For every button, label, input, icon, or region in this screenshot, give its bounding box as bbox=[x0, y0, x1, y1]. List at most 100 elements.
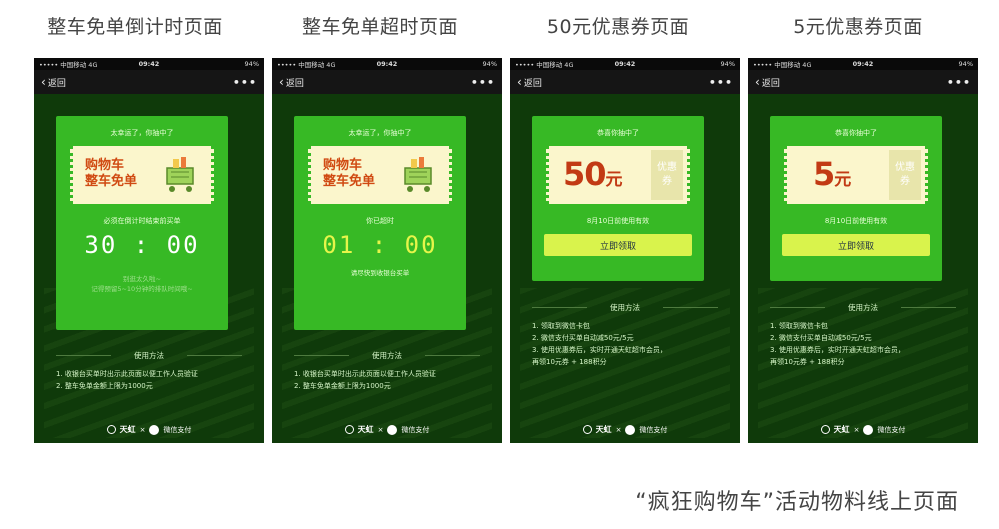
time-label: 09:42 bbox=[138, 60, 160, 68]
back-button[interactable]: ‹ 返回 bbox=[517, 76, 542, 89]
brand-name: 天虹 bbox=[357, 425, 374, 434]
hint-line-1: 别逛太久啦~ bbox=[123, 275, 161, 283]
amount-unit: 元 bbox=[834, 170, 852, 190]
tianhong-logo-icon bbox=[820, 425, 830, 434]
more-menu-icon[interactable]: ••• bbox=[233, 76, 257, 89]
phone-countdown: ••••• 中国移动 4G 09:42 94% ‹ 返回 ••• 太幸运了，你抽… bbox=[34, 58, 264, 443]
usage-item: 2. 微信支付买单自动减50元/5元 bbox=[770, 334, 872, 342]
free-cart-ticket: 购物车 整车免单 bbox=[308, 146, 452, 204]
prize-card: 太幸运了，你抽中了 购物车 整车免单 你已超时 01 : 00 请尽快到收银台买… bbox=[294, 116, 466, 330]
usage-list: 1. 收银台买单时出示此页面以便工作人员验证 2. 整车免单金额上限为1000元 bbox=[56, 368, 254, 392]
brand-footer: 天虹 × 微信支付 bbox=[748, 424, 978, 435]
chevron-left-icon: ‹ bbox=[279, 75, 284, 89]
time-label: 09:42 bbox=[852, 60, 874, 68]
ticket-line-1: 购物车 bbox=[323, 158, 363, 173]
usage-item: 3. 使用优惠券后，实时开通天虹超市会员， bbox=[770, 346, 905, 354]
amount-value: 50 bbox=[563, 155, 607, 193]
wechat-pay-icon bbox=[625, 424, 636, 435]
ticket-text: 购物车 整车免单 bbox=[85, 158, 137, 190]
brand-footer: 天虹 × 微信支付 bbox=[272, 424, 502, 435]
amount-value: 5 bbox=[813, 155, 835, 193]
navbar: ‹ 返回 ••• bbox=[272, 70, 502, 94]
back-button[interactable]: ‹ 返回 bbox=[279, 76, 304, 89]
coupon-ticket: 5元 优惠 券 bbox=[784, 146, 928, 204]
more-menu-icon[interactable]: ••• bbox=[471, 76, 495, 89]
coupon-tag-line-2: 券 bbox=[662, 176, 672, 187]
coupon-tag-line-1: 优惠 bbox=[657, 162, 677, 173]
brand-name: 天虹 bbox=[119, 425, 136, 434]
usage-title: 使用方法 bbox=[56, 350, 242, 361]
pay-label: 微信支付 bbox=[877, 425, 906, 434]
wechat-pay-icon bbox=[863, 424, 874, 435]
wechat-pay-icon bbox=[387, 424, 398, 435]
cross-symbol: × bbox=[853, 425, 860, 434]
instruction-text: 必须在倒计时结束前买单 bbox=[103, 217, 181, 225]
shopping-cart-icon bbox=[166, 157, 194, 192]
tianhong-logo-icon bbox=[106, 425, 116, 434]
usage-list: 1. 领取到微信卡包 2. 微信支付买单自动减50元/5元 3. 使用优惠券后，… bbox=[770, 320, 968, 368]
chevron-left-icon: ‹ bbox=[517, 75, 522, 89]
usage-item: 2. 整车免单金额上限为1000元 bbox=[294, 382, 391, 390]
more-menu-icon[interactable]: ••• bbox=[947, 76, 971, 89]
column-title-2: 整车免单超时页面 bbox=[301, 16, 458, 38]
usage-item: 1. 收银台买单时出示此页面以便工作人员验证 bbox=[294, 370, 436, 378]
coupon-tag-line-1: 优惠 bbox=[895, 162, 915, 173]
back-button[interactable]: ‹ 返回 bbox=[41, 76, 66, 89]
prize-card: 太幸运了，你抽中了 购物车 整车免单 必须在倒计时结束前买单 30 : 00 别… bbox=[56, 116, 228, 330]
shopping-cart-icon bbox=[404, 157, 432, 192]
usage-title: 使用方法 bbox=[770, 302, 956, 313]
amount-unit: 元 bbox=[605, 170, 623, 190]
valid-until-text: 8月10日前使用有效 bbox=[586, 217, 650, 225]
chevron-left-icon: ‹ bbox=[755, 75, 760, 89]
usage-item: 再领10元券 + 188积分 bbox=[770, 358, 845, 366]
usage-title: 使用方法 bbox=[294, 350, 480, 361]
navbar: ‹ 返回 ••• bbox=[748, 70, 978, 94]
ticket-line-2: 整车免单 bbox=[85, 174, 138, 189]
countdown-timer: 30 : 00 bbox=[84, 231, 200, 259]
claim-button[interactable]: 立即领取 bbox=[782, 234, 930, 256]
bottom-caption: “疯狂购物车”活动物料线上页面 bbox=[635, 490, 959, 515]
column-title-3: 50元优惠券页面 bbox=[546, 16, 690, 38]
status-bar: ••••• 中国移动 4G 09:42 94% bbox=[748, 58, 978, 70]
coupon-card: 恭喜你抽中了 5元 优惠 券 8月10日前使用有效 立即领取 bbox=[770, 116, 942, 281]
usage-list: 1. 领取到微信卡包 2. 微信支付买单自动减50元/5元 3. 使用优惠券后，… bbox=[532, 320, 730, 368]
card-title: 恭喜你抽中了 bbox=[597, 129, 639, 137]
valid-until-text: 8月10日前使用有效 bbox=[824, 217, 888, 225]
back-label: 返回 bbox=[285, 78, 304, 89]
usage-title: 使用方法 bbox=[532, 302, 718, 313]
pay-label: 微信支付 bbox=[401, 425, 430, 434]
cross-symbol: × bbox=[139, 425, 146, 434]
ticket-line-1: 购物车 bbox=[85, 158, 125, 173]
coupon-ticket: 50元 优惠 券 bbox=[546, 146, 690, 204]
card-title: 太幸运了，你抽中了 bbox=[348, 129, 412, 137]
free-cart-ticket: 购物车 整车免单 bbox=[70, 146, 214, 204]
tianhong-logo-icon bbox=[582, 425, 592, 434]
usage-item: 1. 收银台买单时出示此页面以便工作人员验证 bbox=[56, 370, 198, 378]
back-label: 返回 bbox=[47, 78, 66, 89]
usage-item: 3. 使用优惠券后，实时开通天虹超市会员， bbox=[532, 346, 667, 354]
phone-timeout: ••••• 中国移动 4G 09:42 94% ‹ 返回 ••• 太幸运了，你抽… bbox=[272, 58, 502, 443]
more-menu-icon[interactable]: ••• bbox=[709, 76, 733, 89]
pay-label: 微信支付 bbox=[163, 425, 192, 434]
usage-item: 2. 微信支付买单自动减50元/5元 bbox=[532, 334, 634, 342]
hint-line-2: 记得预留5~10分钟的排队时间哦~ bbox=[91, 285, 193, 293]
ticket-text: 购物车 整车免单 bbox=[323, 158, 375, 190]
usage-item: 再领10元券 + 188积分 bbox=[532, 358, 607, 366]
card-title: 恭喜你抽中了 bbox=[835, 129, 877, 137]
time-label: 09:42 bbox=[376, 60, 398, 68]
usage-item: 1. 领取到微信卡包 bbox=[770, 322, 828, 330]
coupon-amount: 5元 bbox=[813, 154, 851, 200]
brand-name: 天虹 bbox=[833, 425, 850, 434]
status-bar: ••••• 中国移动 4G 09:42 94% bbox=[510, 58, 740, 70]
claim-button[interactable]: 立即领取 bbox=[544, 234, 692, 256]
back-button[interactable]: ‹ 返回 bbox=[755, 76, 780, 89]
column-title-4: 5元优惠券页面 bbox=[793, 16, 923, 38]
coupon-tag: 优惠 券 bbox=[651, 150, 683, 200]
usage-item: 1. 领取到微信卡包 bbox=[532, 322, 590, 330]
status-bar: ••••• 中国移动 4G 09:42 94% bbox=[272, 58, 502, 70]
tianhong-logo-icon bbox=[344, 425, 354, 434]
column-title-1: 整车免单倒计时页面 bbox=[47, 16, 223, 38]
brand-footer: 天虹 × 微信支付 bbox=[510, 424, 740, 435]
usage-list: 1. 收银台买单时出示此页面以便工作人员验证 2. 整车免单金额上限为1000元 bbox=[294, 368, 492, 392]
coupon-tag-line-2: 券 bbox=[900, 176, 910, 187]
